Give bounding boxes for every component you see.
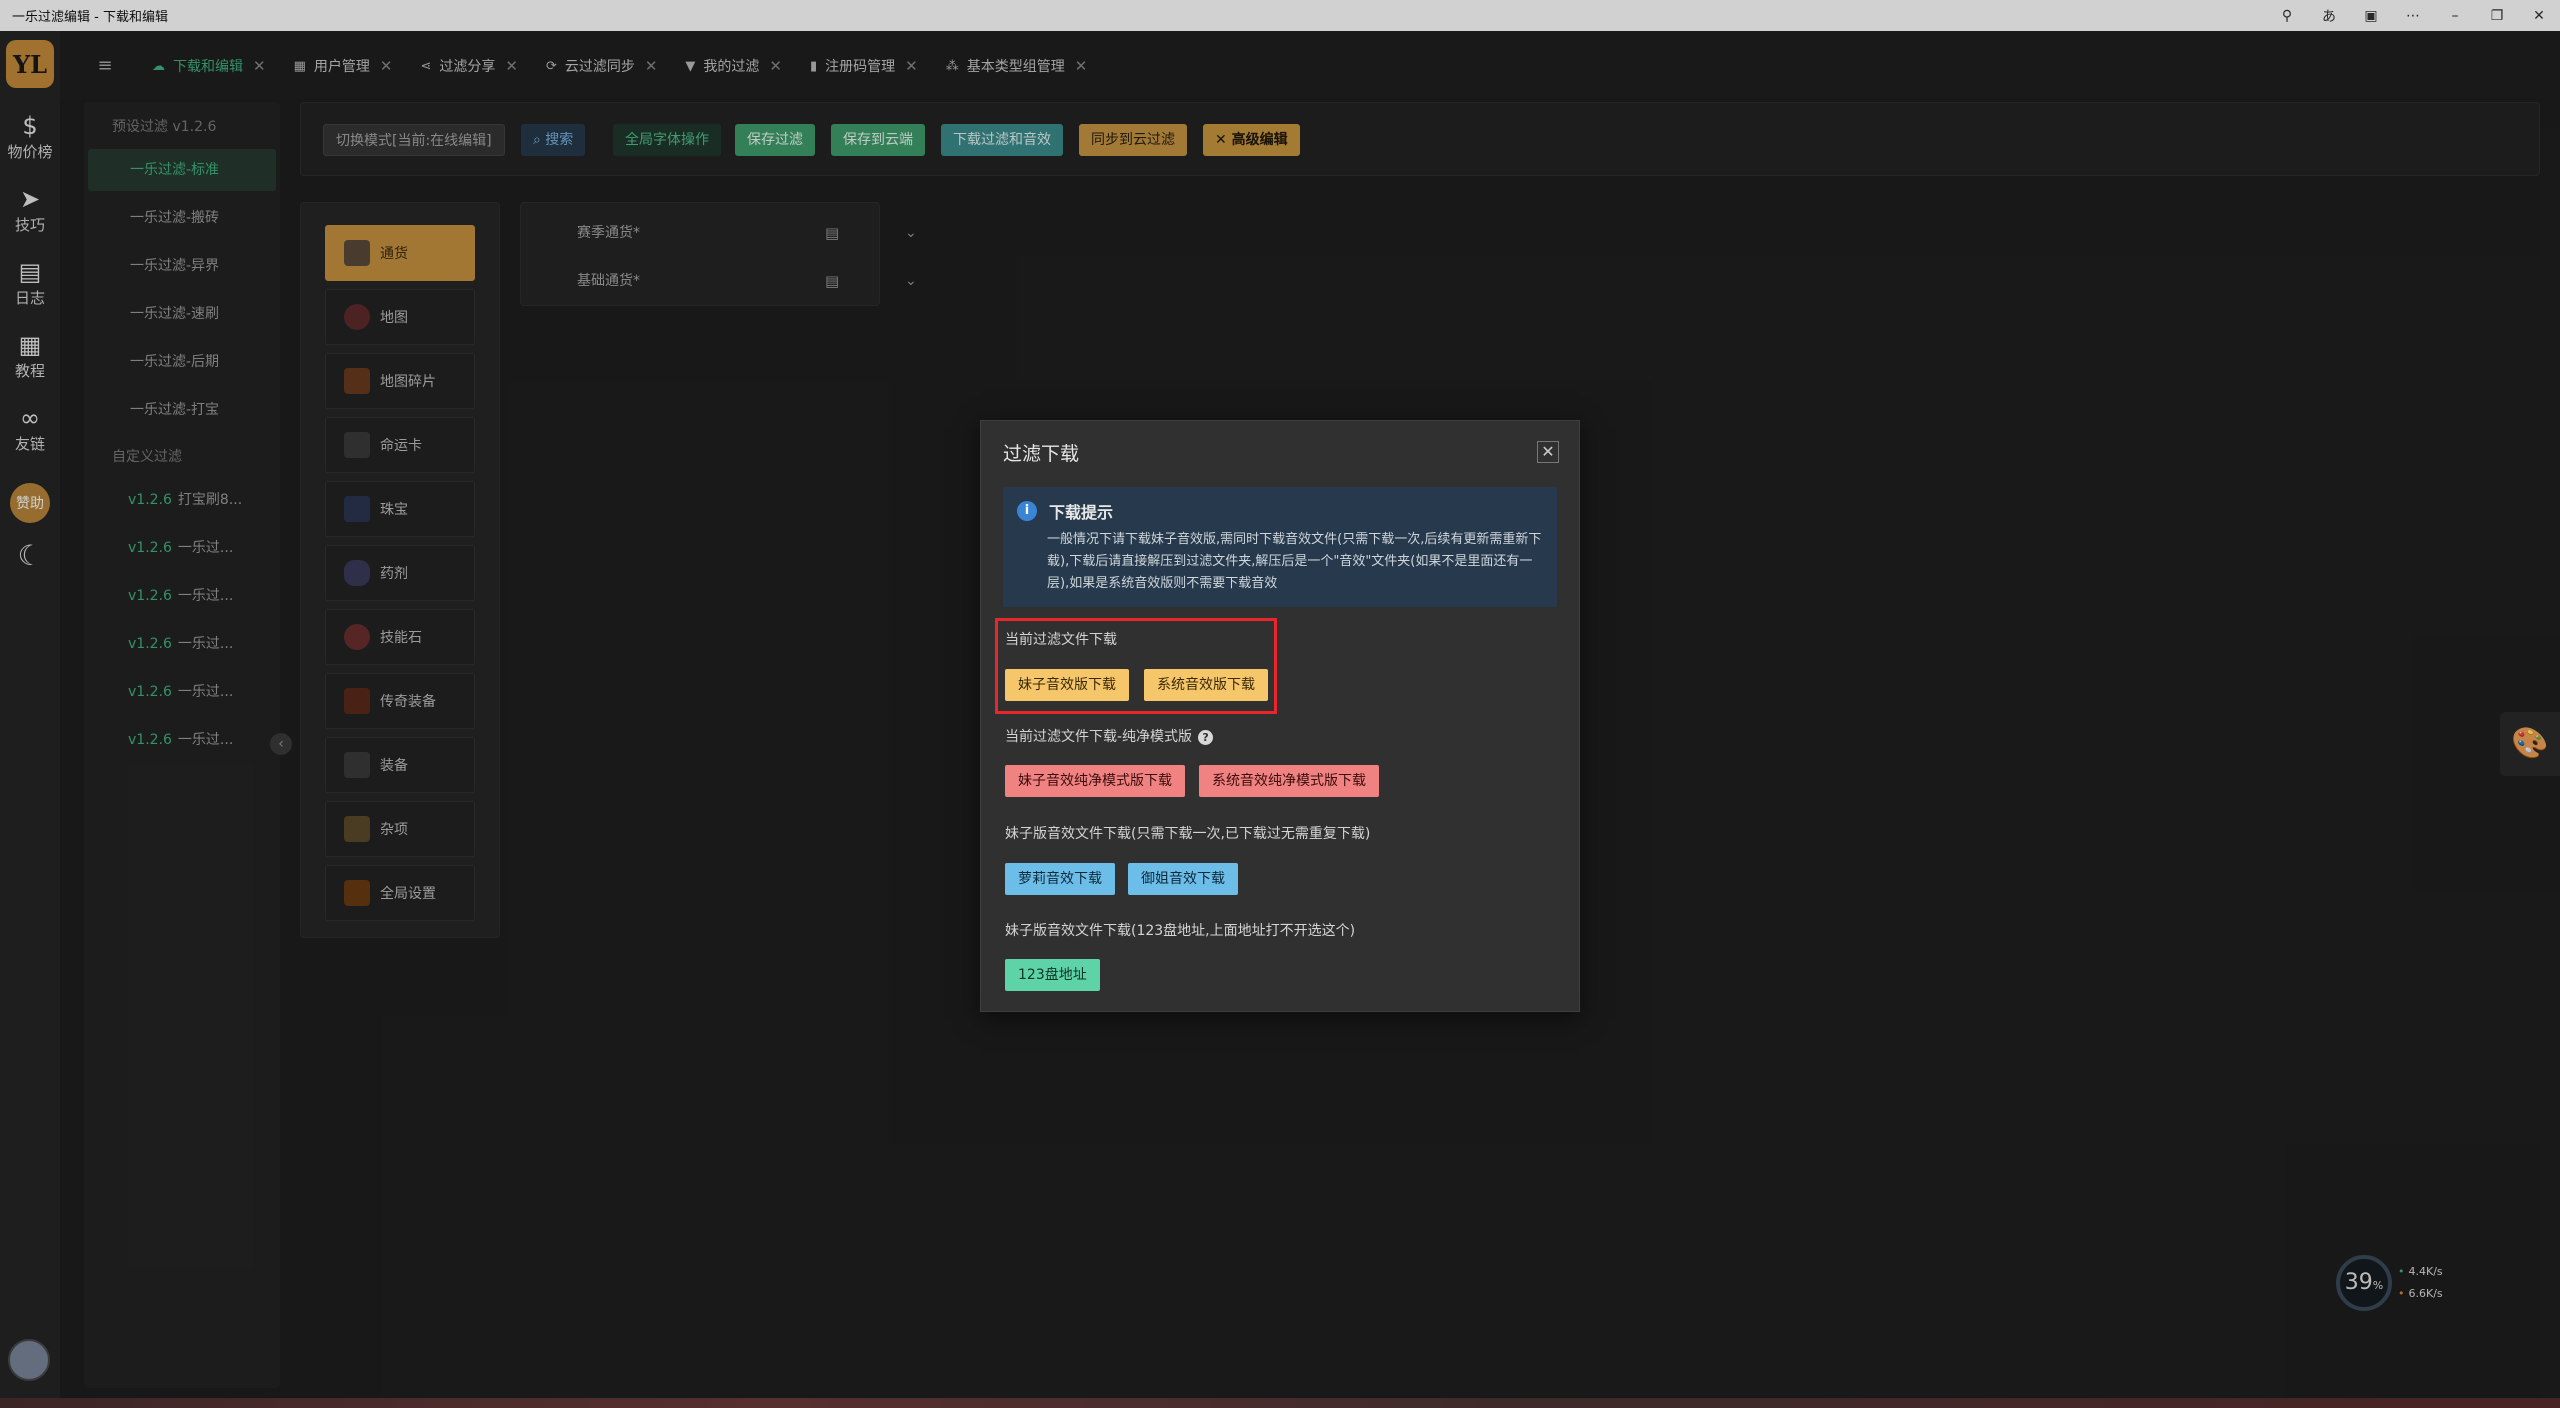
- filter-download-dialog: 过滤下载 ✕ i 下载提示 一般情况下请下载妹子音效版,需同时下载音效文件(只需…: [980, 420, 1580, 1012]
- dialog-title: 过滤下载: [1003, 443, 1080, 465]
- tip-title: 下载提示: [1049, 503, 1114, 522]
- section-title: 妹子版音效文件下载(123盘地址,上面地址打不开选这个): [1005, 923, 1356, 939]
- pan123-link-button[interactable]: 123盘地址: [1005, 959, 1100, 991]
- info-icon: i: [1017, 501, 1037, 521]
- loli-sound-download-button[interactable]: 萝莉音效下载: [1005, 863, 1115, 895]
- sister-sound-download-button[interactable]: 御姐音效下载: [1128, 863, 1238, 895]
- help-icon[interactable]: ?: [1198, 729, 1214, 745]
- download-tip-alert: i 下载提示 一般情况下请下载妹子音效版,需同时下载音效文件(只需下载一次,后续…: [1003, 487, 1557, 607]
- girl-sound-pure-download-button[interactable]: 妹子音效纯净模式版下载: [1005, 765, 1185, 797]
- tip-body: 一般情况下请下载妹子音效版,需同时下载音效文件(只需下载一次,后续有更新需重新下…: [1047, 532, 1542, 591]
- section-label: 当前过滤文件下载-纯净模式版: [1005, 729, 1193, 745]
- section-title-pure: 当前过滤文件下载-纯净模式版?: [1005, 726, 1214, 746]
- section-title: 当前过滤文件下载: [1005, 632, 1117, 648]
- section-title: 妹子版音效文件下载(只需下载一次,已下载过无需重复下载): [1005, 826, 1371, 842]
- system-sound-download-button[interactable]: 系统音效版下载: [1144, 669, 1268, 701]
- girl-sound-download-button[interactable]: 妹子音效版下载: [1005, 669, 1129, 701]
- system-sound-pure-download-button[interactable]: 系统音效纯净模式版下载: [1199, 765, 1379, 797]
- close-icon[interactable]: ✕: [1537, 441, 1559, 463]
